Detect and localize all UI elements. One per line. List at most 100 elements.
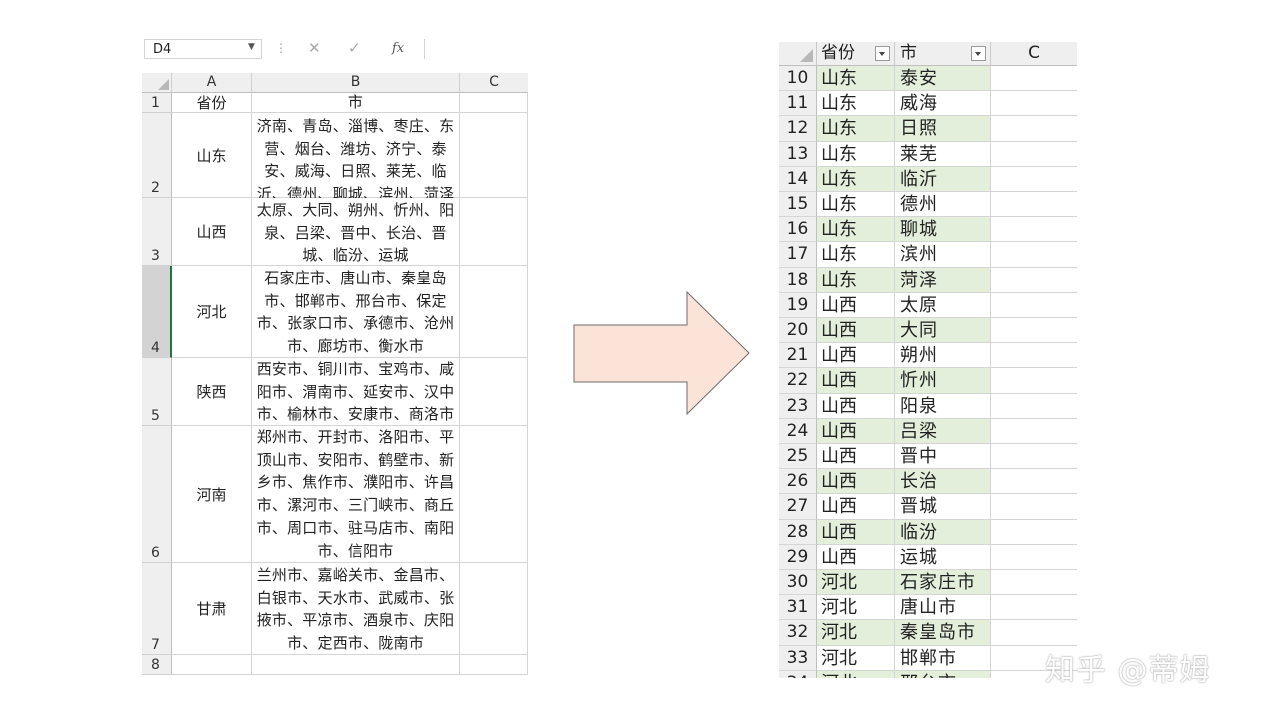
cell-empty[interactable]: [991, 318, 1077, 344]
cell-city[interactable]: 泰安: [895, 66, 991, 92]
cell-city[interactable]: 菏泽: [895, 267, 991, 293]
cell-empty[interactable]: [460, 655, 528, 675]
cell-empty[interactable]: [991, 520, 1077, 545]
cell-province[interactable]: 山东: [817, 91, 895, 117]
cell-empty[interactable]: [460, 426, 528, 563]
cell-empty[interactable]: [991, 545, 1077, 570]
cell-city[interactable]: 日照: [895, 116, 991, 142]
cell-city[interactable]: 忻州: [895, 368, 991, 394]
row-header-selected[interactable]: 4: [142, 266, 172, 358]
row-header[interactable]: 14: [779, 166, 817, 192]
cell-cities[interactable]: 郑州市、开封市、洛阳市、平顶山市、安阳市、鹤壁市、新乡市、焦作市、濮阳市、许昌市…: [252, 426, 460, 563]
cell-province[interactable]: 陕西: [172, 358, 252, 426]
cell-province[interactable]: 山西: [817, 292, 895, 318]
cell-province[interactable]: 山东: [817, 116, 895, 142]
cell-empty[interactable]: [991, 142, 1077, 167]
row-header[interactable]: 24: [779, 418, 817, 444]
cell-cities[interactable]: [252, 655, 460, 675]
cell-city[interactable]: 邢台市: [895, 670, 991, 678]
cell-province[interactable]: 山西: [817, 318, 895, 344]
cell-empty[interactable]: [991, 394, 1077, 419]
cell-city[interactable]: 吕梁: [895, 418, 991, 444]
cell-city[interactable]: 太原: [895, 292, 991, 318]
cell-province[interactable]: 山西: [817, 368, 895, 394]
drag-handle-icon[interactable]: ⋮: [275, 41, 287, 55]
cell-city[interactable]: 聊城: [895, 217, 991, 243]
cell-cities[interactable]: 太原、大同、朔州、忻州、阳泉、吕梁、晋中、长治、晋城、临汾、运城: [252, 198, 460, 266]
select-all-corner[interactable]: [779, 42, 817, 66]
cell-province[interactable]: 山西: [817, 343, 895, 369]
cell-province[interactable]: 山西: [817, 393, 895, 419]
cell-province[interactable]: 山西: [817, 519, 895, 545]
cell-empty[interactable]: [460, 113, 528, 198]
cell-city[interactable]: 莱芜: [895, 141, 991, 167]
cell-province[interactable]: 河北: [817, 570, 895, 596]
cell-empty[interactable]: [991, 268, 1077, 293]
row-header[interactable]: 28: [779, 519, 817, 545]
cell-empty[interactable]: [991, 343, 1077, 369]
cell-city[interactable]: 晋中: [895, 444, 991, 470]
cell-empty[interactable]: [991, 66, 1077, 92]
cell-province-header[interactable]: 省份: [172, 93, 252, 113]
cell-province[interactable]: 山西: [817, 418, 895, 444]
cell-empty[interactable]: [991, 167, 1077, 192]
row-header[interactable]: 1: [142, 93, 172, 113]
cell-province[interactable]: 山西: [817, 494, 895, 520]
name-box-dropdown-icon[interactable]: ▼: [248, 42, 255, 52]
row-header[interactable]: 5: [142, 358, 172, 426]
row-header[interactable]: 10: [779, 66, 817, 92]
row-header[interactable]: 13: [779, 141, 817, 167]
cell-province[interactable]: 河北: [817, 670, 895, 678]
row-header[interactable]: 18: [779, 267, 817, 293]
column-header-city[interactable]: 市: [895, 42, 991, 66]
row-header[interactable]: 12: [779, 116, 817, 142]
cell-city[interactable]: 石家庄市: [895, 570, 991, 596]
filter-dropdown-icon[interactable]: [875, 46, 890, 61]
row-header[interactable]: 30: [779, 570, 817, 596]
cell-empty[interactable]: [991, 419, 1077, 444]
cell-empty[interactable]: [991, 217, 1077, 243]
name-box[interactable]: D4: [144, 39, 262, 59]
row-header[interactable]: 11: [779, 91, 817, 117]
cell-province[interactable]: 山东: [817, 267, 895, 293]
cell-province[interactable]: 山东: [817, 66, 895, 92]
cell-province[interactable]: 河南: [172, 426, 252, 563]
cell-province[interactable]: 山西: [817, 544, 895, 570]
cell-province[interactable]: 河北: [817, 645, 895, 671]
column-header-c[interactable]: C: [991, 42, 1077, 66]
cell-province[interactable]: 山东: [172, 113, 252, 198]
cell-province[interactable]: 甘肃: [172, 563, 252, 655]
cell-province[interactable]: 河北: [817, 595, 895, 621]
cell-empty[interactable]: [991, 570, 1077, 596]
select-all-corner[interactable]: [142, 73, 172, 93]
row-header[interactable]: 23: [779, 393, 817, 419]
cell-cities[interactable]: 石家庄市、唐山市、秦皇岛市、邯郸市、邢台市、保定市、张家口市、承德市、沧州市、廊…: [252, 266, 460, 358]
cell-cities[interactable]: 济南、青岛、淄博、枣庄、东营、烟台、潍坊、济宁、泰安、威海、日照、莱芜、临沂、德…: [252, 113, 460, 203]
row-header[interactable]: 3: [142, 198, 172, 266]
column-header-province[interactable]: 省份: [817, 42, 895, 66]
cell-empty[interactable]: [460, 266, 528, 358]
cell-empty[interactable]: [991, 368, 1077, 394]
cell-empty[interactable]: [460, 198, 528, 266]
cell-empty[interactable]: [991, 595, 1077, 621]
cell-empty[interactable]: [991, 444, 1077, 470]
cell-province[interactable]: 山东: [817, 217, 895, 243]
cell-province[interactable]: [172, 655, 252, 675]
row-header[interactable]: 17: [779, 242, 817, 268]
row-header[interactable]: 32: [779, 620, 817, 646]
cell-empty[interactable]: [991, 192, 1077, 218]
cell-city-header[interactable]: 市: [252, 93, 460, 113]
cell-city[interactable]: 唐山市: [895, 595, 991, 621]
row-header[interactable]: 6: [142, 426, 172, 563]
row-header[interactable]: 8: [142, 655, 172, 675]
cell-province[interactable]: 山西: [817, 469, 895, 495]
cell-city[interactable]: 运城: [895, 544, 991, 570]
cell-cities[interactable]: 兰州市、嘉峪关市、金昌市、白银市、天水市、武威市、张掖市、平凉市、酒泉市、庆阳市…: [252, 563, 460, 655]
row-header[interactable]: 20: [779, 318, 817, 344]
row-header[interactable]: 33: [779, 645, 817, 671]
formula-input[interactable]: [424, 39, 528, 59]
cell-province[interactable]: 山东: [817, 242, 895, 268]
cell-city[interactable]: 长治: [895, 469, 991, 495]
cell-province[interactable]: 山西: [817, 444, 895, 470]
row-header[interactable]: 15: [779, 192, 817, 218]
